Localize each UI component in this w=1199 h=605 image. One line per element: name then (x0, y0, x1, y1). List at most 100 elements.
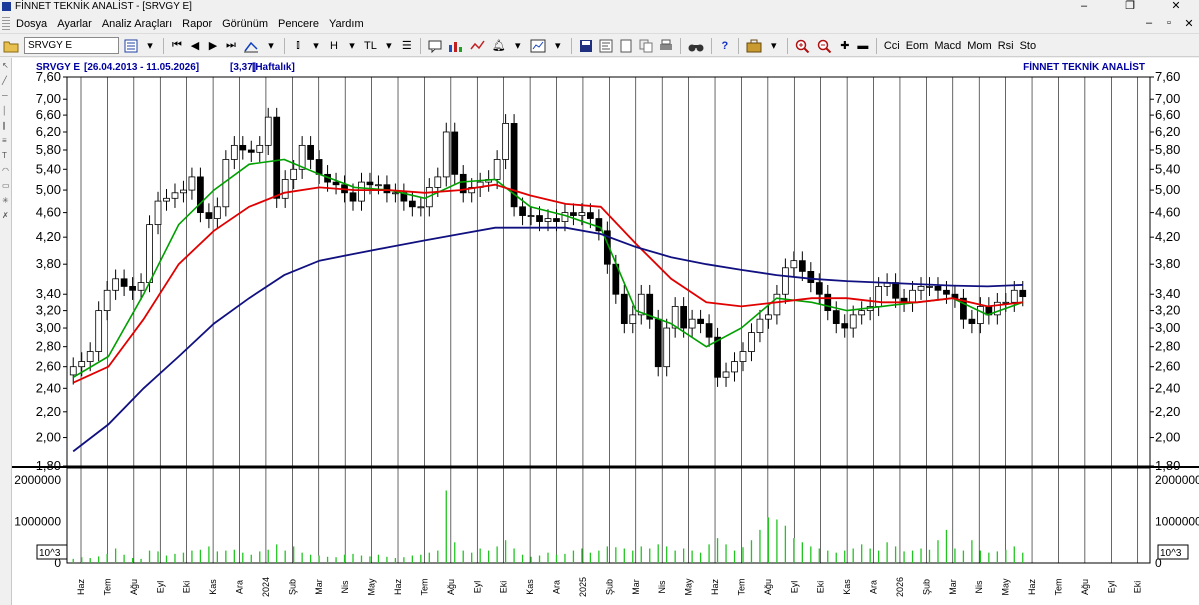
price-tick-label-right: 1,80 (1155, 458, 1180, 473)
candle-body (968, 318, 976, 324)
text-tool-icon[interactable]: T (2, 151, 10, 163)
x-tick-label: 2025 (578, 577, 588, 597)
candle-type-icon[interactable]: ⫾ (289, 36, 307, 56)
fibo-tool-icon[interactable]: ≡ (2, 136, 10, 148)
currency-button[interactable]: TL (361, 36, 380, 56)
candle-body (247, 149, 255, 153)
volume-unit-right: 10^3 (1160, 548, 1182, 559)
delete-tool-icon[interactable]: ✗ (2, 211, 10, 223)
price-tick-label-right: 7,00 (1155, 91, 1180, 106)
maximize-button[interactable]: ❐ (1107, 0, 1153, 13)
candle-body (256, 144, 264, 153)
menu-yardim[interactable]: Yardım (325, 14, 370, 34)
chart-window[interactable]: SRVGY E [26.04.2013 - 11.05.2026] [3,37]… (12, 58, 1199, 605)
heikin-dropdown-icon[interactable]: ▾ (343, 36, 361, 56)
price-tick-label-left: 2,80 (36, 339, 61, 354)
hline-tool-icon[interactable]: ─ (2, 91, 10, 103)
find-icon[interactable] (685, 36, 707, 56)
volume-tick-label-right: 1000000 (1155, 515, 1199, 529)
symbol-dropdown-icon[interactable]: ▾ (141, 36, 159, 56)
channel-tool-icon[interactable]: ∥ (2, 121, 10, 133)
line-tool-icon[interactable]: ╱ (2, 76, 10, 88)
cursor-tool-icon[interactable]: ↖ (2, 61, 10, 73)
x-tick-label: Kas (842, 579, 852, 595)
save-icon[interactable] (576, 36, 596, 56)
menu-dosya[interactable]: Dosya (12, 14, 53, 34)
copy-icon[interactable] (636, 36, 656, 56)
candle-body (375, 184, 382, 187)
price-chart[interactable]: SRVGY E [26.04.2013 - 11.05.2026] [3,37]… (12, 58, 1199, 605)
mdi-close-button[interactable]: ✕ (1179, 17, 1199, 30)
indicator-rsi[interactable]: Rsi (995, 40, 1017, 52)
currency-dropdown-icon[interactable]: ▾ (380, 36, 398, 56)
x-tick-label: Haz (710, 579, 720, 596)
draw-dropdown-icon[interactable]: ▾ (262, 36, 280, 56)
price-tick-label-right: 3,80 (1155, 256, 1180, 271)
expand-icon[interactable]: ✚ (836, 36, 854, 56)
print-icon[interactable] (656, 36, 676, 56)
draw-tools-icon[interactable] (240, 36, 262, 56)
rect-tool-icon[interactable]: ▭ (2, 181, 10, 193)
candle-body (408, 200, 416, 208)
indicator-mom[interactable]: Mom (964, 40, 994, 52)
indicator-icon[interactable] (467, 36, 489, 56)
indicator-cci[interactable]: Cci (881, 40, 903, 52)
candle-body (841, 323, 849, 329)
mdi-restore-button[interactable]: ▫ (1159, 17, 1179, 30)
zoom-out-icon[interactable] (814, 36, 836, 56)
x-tick-label: Tem (419, 578, 429, 595)
zoom-in-icon[interactable] (792, 36, 814, 56)
indicator-sto[interactable]: Sto (1017, 40, 1040, 52)
candle-body (536, 215, 543, 222)
list-icon[interactable]: ☰ (398, 36, 416, 56)
chart-header-brand: FİNNET TEKNİK ANALİST (1023, 60, 1145, 73)
alarm-dropdown-icon[interactable]: ▾ (509, 36, 527, 56)
portfolio-icon[interactable] (743, 36, 765, 56)
close-button[interactable]: ✕ (1153, 0, 1199, 13)
vline-tool-icon[interactable]: │ (2, 106, 10, 118)
next-icon[interactable]: ▶ (204, 36, 222, 56)
heikin-button[interactable]: H (325, 36, 343, 56)
candle-body (442, 131, 450, 178)
last-icon[interactable]: ⏭ (222, 36, 240, 56)
candle-body (493, 159, 501, 180)
menu-grip (2, 16, 10, 31)
chart-window-icon[interactable] (527, 36, 549, 56)
menu-ayarlar[interactable]: Ayarlar (53, 14, 98, 34)
symbol-input[interactable]: SRVGY E (24, 37, 119, 54)
template-icon[interactable] (596, 36, 616, 56)
volume-tick-label-left: 1000000 (14, 515, 61, 529)
alarm-icon[interactable]: 🔔︎ (489, 36, 509, 56)
indicator-eom[interactable]: Eom (903, 40, 932, 52)
candle-body (146, 224, 153, 283)
comment-icon[interactable] (425, 36, 445, 56)
first-icon[interactable]: ⏮ (168, 36, 186, 56)
symbol-list-icon[interactable] (121, 36, 141, 56)
help-icon[interactable]: ? (716, 36, 734, 56)
price-tick-label-left: 2,60 (36, 359, 61, 374)
candle-body (977, 306, 984, 324)
open-folder-icon[interactable] (0, 36, 22, 56)
candle-dropdown-icon[interactable]: ▾ (307, 36, 325, 56)
menu-analiz-araclari[interactable]: Analiz Araçları (98, 14, 178, 34)
x-tick-label: Şub (287, 579, 297, 595)
minimize-button[interactable]: – (1061, 0, 1107, 13)
prev-icon[interactable]: ◀ (186, 36, 204, 56)
print-preview-icon[interactable] (616, 36, 636, 56)
price-tick-label-left: 3,20 (36, 303, 61, 318)
menu-gorunum[interactable]: Görünüm (218, 14, 274, 34)
portfolio-dropdown-icon[interactable]: ▾ (765, 36, 783, 56)
menu-rapor[interactable]: Rapor (178, 14, 218, 34)
arc-tool-icon[interactable]: ◠ (2, 166, 10, 178)
candle-body (78, 361, 86, 368)
bar-chart-icon[interactable] (445, 36, 467, 56)
indicator-macd[interactable]: Macd (931, 40, 964, 52)
candle-body (417, 206, 425, 209)
chart-window-dropdown-icon[interactable]: ▾ (549, 36, 567, 56)
mdi-minimize-button[interactable]: – (1139, 17, 1159, 30)
menu-pencere[interactable]: Pencere (274, 14, 325, 34)
x-tick-label: Kas (208, 579, 218, 595)
shrink-icon[interactable]: ▬ (854, 36, 872, 56)
window-title: FİNNET TEKNİK ANALİST - [SRVGY E] (15, 1, 192, 12)
gann-tool-icon[interactable]: ✳ (2, 196, 10, 208)
